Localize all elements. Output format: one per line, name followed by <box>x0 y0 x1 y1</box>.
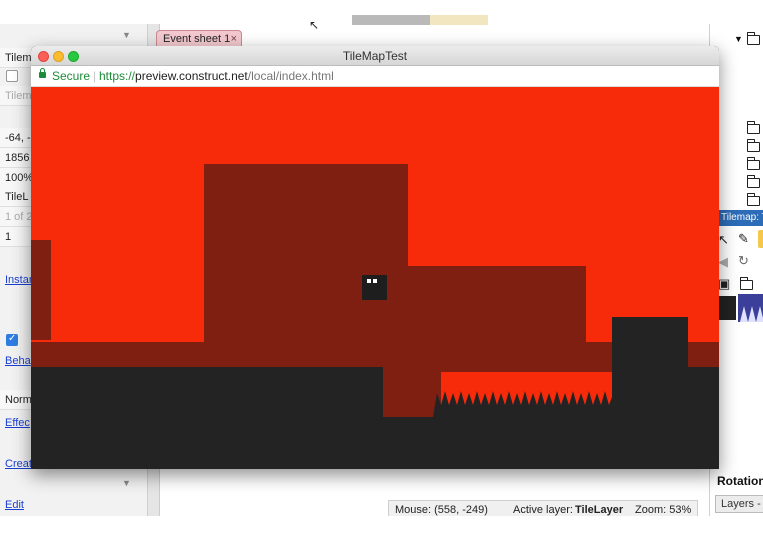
window-titlebar[interactable]: TileMapTest <box>31 46 719 66</box>
save-icon[interactable]: ▣ <box>718 276 730 292</box>
folder-icon[interactable] <box>747 32 760 45</box>
tab-layers[interactable]: Layers - | <box>715 495 763 513</box>
url-protocol: https:// <box>99 69 136 83</box>
mirror-icon[interactable]: ◀ <box>718 254 728 270</box>
ground-right-edge <box>688 367 719 469</box>
background-block-right <box>408 266 586 356</box>
screen: ↖ ▼ Tilem Tilem -64, - 1856 100% TileL 1… <box>0 0 763 541</box>
folder-icon[interactable] <box>747 175 760 188</box>
rotation-label: Rotation <box>717 474 763 488</box>
lock-icon <box>39 68 46 78</box>
folder-icon[interactable] <box>747 139 760 152</box>
chevron-down-icon[interactable]: ▼ <box>122 478 131 488</box>
top-toolbar-strip <box>0 0 763 25</box>
window-title: TileMapTest <box>342 49 408 63</box>
rotate-icon[interactable]: ↻ <box>738 253 749 269</box>
folder-icon[interactable] <box>740 277 753 290</box>
folder-icon[interactable] <box>747 121 760 134</box>
pointer-icon[interactable]: ↖ <box>718 232 729 248</box>
address-bar[interactable]: Secure | https://preview.construct.net/l… <box>31 66 719 87</box>
behaviors-link[interactable]: Beha <box>5 355 31 367</box>
url-host: preview.construct.net <box>135 69 248 83</box>
toolbar-thumbnail[interactable] <box>352 15 430 25</box>
mouse-cursor-icon: ↖ <box>309 18 320 32</box>
background-pillar-left <box>31 240 51 340</box>
game-canvas[interactable] <box>31 87 719 469</box>
background-pit-wall <box>383 367 441 417</box>
ground-left <box>31 367 383 469</box>
preview-window: TileMapTest Secure | https://preview.con… <box>31 46 719 469</box>
address-separator: | <box>93 69 97 83</box>
tilemap-bar-title: Tilemap: T <box>717 210 763 226</box>
pencil-icon[interactable]: ✎ <box>738 231 749 247</box>
folder-icon[interactable] <box>747 193 760 206</box>
tool-selected-icon[interactable] <box>758 230 763 248</box>
url-path: /local/index.html <box>247 69 334 83</box>
ground-right-pillar <box>612 317 688 469</box>
url-text[interactable]: https://preview.construct.net/local/inde… <box>99 66 334 87</box>
tile-preview-dark[interactable] <box>718 296 736 320</box>
player-eye-left <box>367 279 371 283</box>
player-body <box>362 275 387 300</box>
background-tower <box>204 164 408 354</box>
player-eye-right <box>373 279 377 283</box>
player-character[interactable] <box>362 275 387 300</box>
expand-arrow-icon[interactable]: ▼ <box>734 34 743 44</box>
enabled-checkbox[interactable] <box>6 333 18 346</box>
folder-icon[interactable] <box>747 157 760 170</box>
secure-label: Secure <box>52 69 91 83</box>
toolbar-thumbnail[interactable] <box>430 15 488 25</box>
create-link[interactable]: Creat <box>5 458 32 470</box>
bottom-margin <box>0 516 763 541</box>
tile-preview-spikes[interactable] <box>738 294 763 322</box>
edit-link[interactable]: Edit <box>5 499 24 511</box>
visible-checkbox[interactable] <box>6 70 18 82</box>
chevron-down-icon[interactable]: ▼ <box>122 30 131 40</box>
tab-label: Event sheet 1 <box>163 33 231 45</box>
effects-link[interactable]: Effec <box>5 417 30 429</box>
